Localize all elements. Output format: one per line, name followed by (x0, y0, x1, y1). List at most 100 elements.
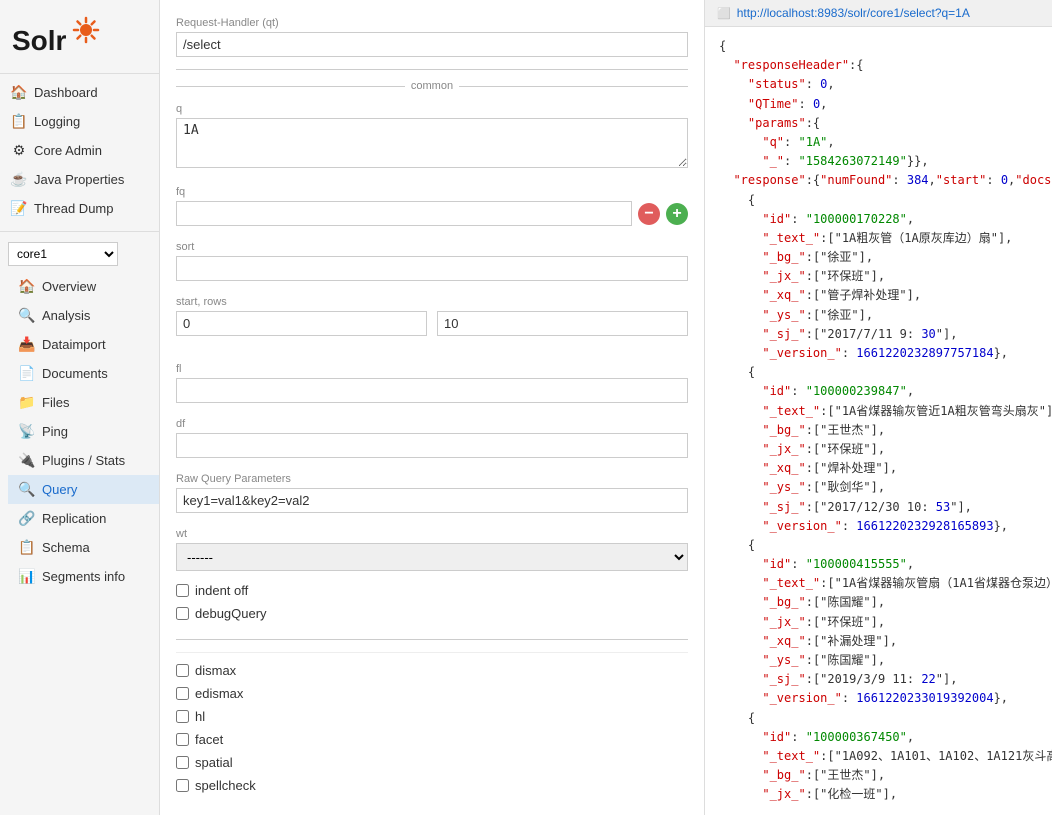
rows-group (437, 311, 688, 336)
q-input[interactable] (176, 118, 688, 168)
raw-query-group: Raw Query Parameters (176, 470, 688, 513)
edismax-label[interactable]: edismax (195, 686, 243, 701)
fq-remove-button[interactable]: − (638, 203, 660, 225)
files-label: Files (42, 395, 69, 410)
thread-dump-icon: 📝 (10, 200, 28, 217)
files-icon: 📁 (18, 394, 36, 411)
spellcheck-label[interactable]: spellcheck (195, 778, 256, 793)
fl-label: fl (176, 360, 688, 375)
sidebar-item-replication[interactable]: 🔗 Replication (8, 504, 159, 533)
result-url-bar: ⬜ http://localhost:8983/solr/core1/selec… (705, 0, 1052, 27)
replication-icon: 🔗 (18, 510, 36, 527)
fq-row: − + (176, 201, 688, 226)
sidebar-item-thread-dump[interactable]: 📝 Thread Dump (0, 194, 159, 223)
core-selector[interactable]: core1 (8, 242, 151, 266)
start-group (176, 311, 427, 336)
start-rows-label: start, rows (176, 293, 688, 308)
handler-label: Request-Handler (qt) (176, 14, 688, 29)
query-panel: Request-Handler (qt) common q (160, 0, 705, 815)
core-admin-label: Core Admin (34, 143, 102, 158)
main-content: Request-Handler (qt) common q (160, 0, 1052, 815)
spatial-group: spatial (176, 755, 688, 770)
hl-label[interactable]: hl (195, 709, 205, 724)
hl-group: hl (176, 709, 688, 724)
sort-input[interactable] (176, 256, 688, 281)
sidebar-item-dashboard[interactable]: 🏠 Dashboard (0, 78, 159, 107)
sidebar-item-java-properties[interactable]: ☕ Java Properties (0, 165, 159, 194)
indent-group: indent off (176, 583, 688, 598)
start-input[interactable] (176, 311, 427, 336)
dataimport-label: Dataimport (42, 337, 106, 352)
sidebar-item-schema[interactable]: 📋 Schema (8, 533, 159, 562)
sidebar-item-overview[interactable]: 🏠 Overview (8, 272, 159, 301)
logging-label: Logging (34, 114, 80, 129)
documents-label: Documents (42, 366, 108, 381)
raw-query-input[interactable] (176, 488, 688, 513)
fq-add-button[interactable]: + (666, 203, 688, 225)
replication-label: Replication (42, 511, 106, 526)
edismax-group: edismax (176, 686, 688, 701)
spatial-checkbox[interactable] (176, 756, 189, 769)
sidebar-item-core-admin[interactable]: ⚙ Core Admin (0, 136, 159, 165)
segments-icon: 📊 (18, 568, 36, 585)
debug-query-group: debugQuery (176, 606, 688, 621)
rows-input[interactable] (437, 311, 688, 336)
request-handler-group: Request-Handler (qt) (176, 14, 688, 57)
sidebar-item-plugins-stats[interactable]: 🔌 Plugins / Stats (8, 446, 159, 475)
debug-query-label[interactable]: debugQuery (195, 606, 267, 621)
query-icon: 🔍 (18, 481, 36, 498)
fq-input[interactable] (176, 201, 632, 226)
indent-checkbox[interactable] (176, 584, 189, 597)
dashboard-label: Dashboard (34, 85, 98, 100)
overview-label: Overview (42, 279, 96, 294)
indent-label[interactable]: indent off (195, 583, 248, 598)
q-group: q (176, 100, 688, 171)
fq-group: fq − + (176, 183, 688, 226)
spellcheck-group: spellcheck (176, 778, 688, 793)
sidebar-item-segments-info[interactable]: 📊 Segments info (8, 562, 159, 591)
sidebar-item-analysis[interactable]: 🔍 Analysis (8, 301, 159, 330)
common-label: common (176, 80, 688, 92)
sidebar-item-files[interactable]: 📁 Files (8, 388, 159, 417)
plugins-label: Plugins / Stats (42, 453, 125, 468)
result-panel: ⬜ http://localhost:8983/solr/core1/selec… (705, 0, 1052, 815)
core-admin-icon: ⚙ (10, 142, 28, 159)
analysis-label: Analysis (42, 308, 90, 323)
dismax-label[interactable]: dismax (195, 663, 236, 678)
sidebar-item-documents[interactable]: 📄 Documents (8, 359, 159, 388)
spatial-label[interactable]: spatial (195, 755, 233, 770)
df-group: df (176, 415, 688, 458)
fl-group: fl (176, 360, 688, 403)
common-section: common q fq − + (176, 69, 688, 640)
sidebar-item-ping[interactable]: 📡 Ping (8, 417, 159, 446)
java-properties-icon: ☕ (10, 171, 28, 188)
facet-group: facet (176, 732, 688, 747)
handler-input[interactable] (176, 32, 688, 57)
sidebar-item-logging[interactable]: 📋 Logging (0, 107, 159, 136)
df-input[interactable] (176, 433, 688, 458)
facet-label[interactable]: facet (195, 732, 223, 747)
core-select[interactable]: core1 (8, 242, 118, 266)
hl-checkbox[interactable] (176, 710, 189, 723)
start-rows-group: start, rows (176, 293, 688, 348)
wt-group: wt ------ json xml csv python ruby javab… (176, 525, 688, 571)
sort-group: sort (176, 238, 688, 281)
debug-query-checkbox[interactable] (176, 607, 189, 620)
segments-label: Segments info (42, 569, 125, 584)
logo: Solr (0, 0, 159, 74)
sidebar-item-dataimport[interactable]: 📥 Dataimport (8, 330, 159, 359)
dismax-checkbox[interactable] (176, 664, 189, 677)
ping-label: Ping (42, 424, 68, 439)
fl-input[interactable] (176, 378, 688, 403)
facet-checkbox[interactable] (176, 733, 189, 746)
wt-select[interactable]: ------ json xml csv python ruby javabin … (176, 543, 688, 571)
thread-dump-label: Thread Dump (34, 201, 113, 216)
plugins-icon: 🔌 (18, 452, 36, 469)
wt-label: wt (176, 525, 688, 540)
spellcheck-checkbox[interactable] (176, 779, 189, 792)
df-label: df (176, 415, 688, 430)
edismax-checkbox[interactable] (176, 687, 189, 700)
sidebar-item-query[interactable]: 🔍 Query (8, 475, 159, 504)
core-sub-nav: 🏠 Overview 🔍 Analysis 📥 Dataimport 📄 Doc… (0, 272, 159, 591)
fq-label: fq (176, 183, 688, 198)
